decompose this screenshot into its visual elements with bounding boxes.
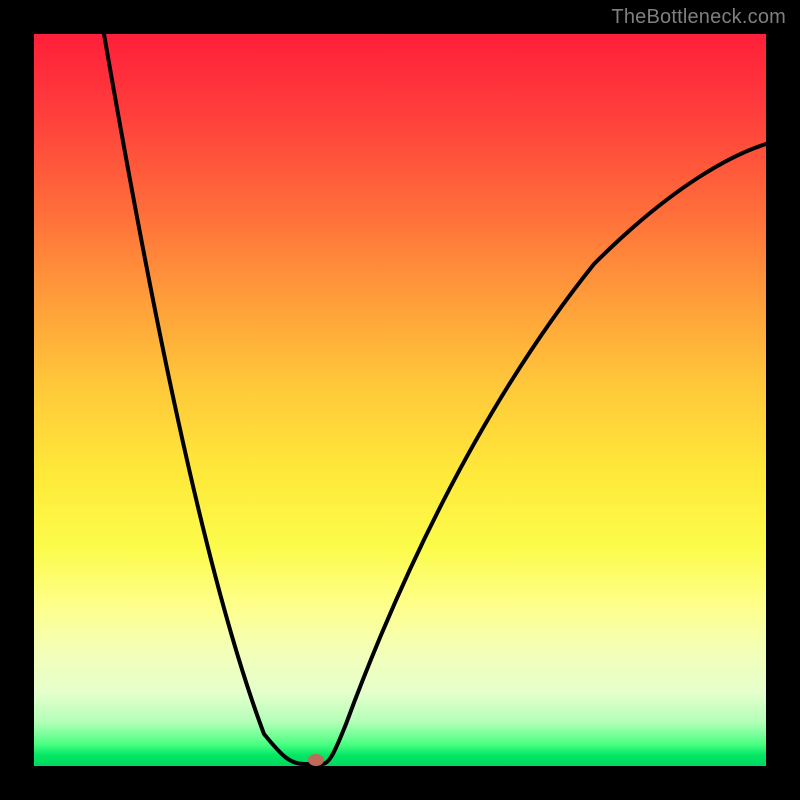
chart-frame: TheBottleneck.com — [0, 0, 800, 800]
plot-area — [34, 34, 766, 766]
watermark-text: TheBottleneck.com — [611, 6, 786, 29]
optimal-point-marker — [308, 754, 324, 766]
bottleneck-curve — [104, 34, 766, 764]
curve-svg — [34, 34, 766, 766]
